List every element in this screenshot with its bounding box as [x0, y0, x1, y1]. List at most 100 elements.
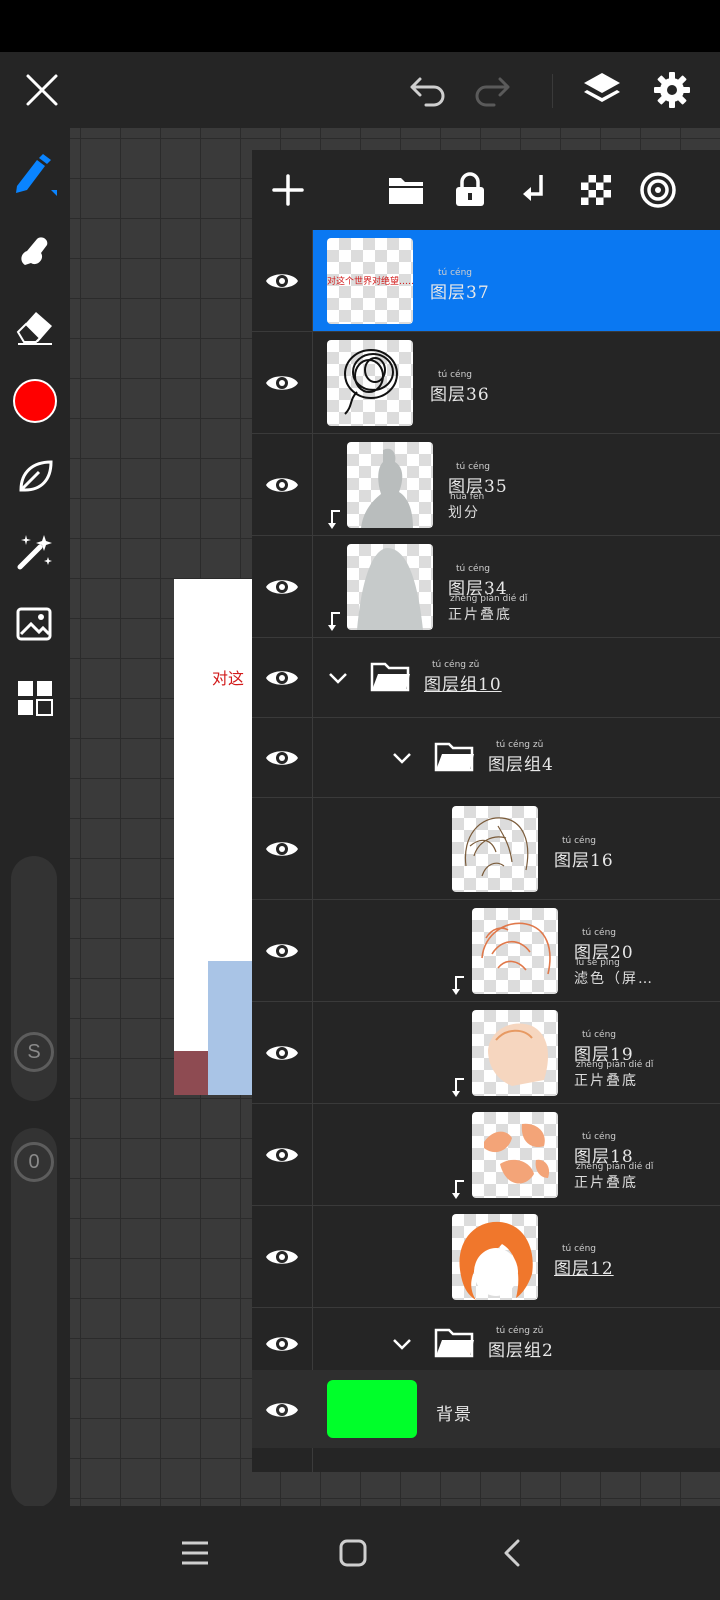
redo-icon: [475, 77, 510, 107]
recent-apps-button[interactable]: [165, 1528, 225, 1578]
image-import-icon: [16, 607, 52, 641]
blend-ruby: zhèng piàn dié dǐ: [450, 594, 528, 604]
artwork-blue-block: [208, 961, 254, 1095]
visibility-toggle[interactable]: [265, 1332, 299, 1356]
redo-button[interactable]: [466, 64, 518, 116]
artwork-red-block: [174, 1051, 208, 1095]
top-bar: [0, 52, 720, 128]
chevron-down-icon[interactable]: [390, 1332, 414, 1356]
lock-layer-button[interactable]: [442, 162, 498, 218]
visibility-toggle[interactable]: [265, 1041, 299, 1065]
system-nav-bar: [0, 1506, 720, 1600]
layer-row-34[interactable]: tú céng 图层34 zhèng piàn dié dǐ 正片叠底: [252, 536, 720, 638]
blend-mode: 滤色（屏…: [574, 971, 654, 987]
brush-tool[interactable]: [7, 146, 63, 202]
add-group-button[interactable]: [378, 162, 434, 218]
layer-row-16[interactable]: tú céng 图层16: [252, 798, 720, 900]
add-layer-button[interactable]: [260, 162, 316, 218]
layer-row-36[interactable]: tú céng 图层36: [252, 332, 720, 434]
settings-button[interactable]: [646, 64, 698, 116]
color-circle-icon: [13, 379, 57, 423]
alpha-lock-button[interactable]: [568, 162, 624, 218]
reference-layer-button[interactable]: [630, 162, 686, 218]
layer-row-37[interactable]: 对这个世界对绝望…… tú céng 图层37: [252, 230, 720, 332]
eye-icon: [266, 1337, 298, 1351]
layer-ruby: tú céng: [456, 462, 490, 472]
layer-ruby: tú céng: [582, 1030, 616, 1040]
layers-toolbar: [252, 150, 720, 230]
visibility-toggle[interactable]: [265, 746, 299, 770]
lasso-tool[interactable]: [7, 448, 63, 504]
visibility-toggle[interactable]: [265, 1245, 299, 1269]
grid-menu-tool[interactable]: [7, 670, 63, 726]
clip-icon: [523, 175, 543, 201]
layer-group-4[interactable]: tú céng zǔ 图层组4: [252, 718, 720, 798]
layers-icon: [584, 73, 620, 102]
blend-mode: 正片叠底: [448, 607, 512, 623]
magic-wand-tool[interactable]: [7, 524, 63, 580]
layer-thumbnail: [472, 1112, 558, 1198]
home-button[interactable]: [323, 1528, 383, 1578]
undo-button[interactable]: [402, 64, 454, 116]
layer-ruby: tú céng: [438, 268, 472, 278]
silhouette-thumbnail: [357, 548, 423, 630]
layers-button[interactable]: [576, 64, 628, 116]
opacity-slider[interactable]: 0: [11, 1128, 57, 1508]
visibility-toggle[interactable]: [265, 575, 299, 599]
visibility-toggle[interactable]: [265, 837, 299, 861]
background-color-swatch[interactable]: [327, 1380, 417, 1438]
close-button[interactable]: [16, 64, 68, 116]
background-layer-row[interactable]: 背景: [252, 1370, 720, 1448]
scribble-thumbnail: [344, 349, 398, 415]
visibility-toggle[interactable]: [265, 666, 299, 690]
layer-list[interactable]: 对这个世界对绝望…… tú céng 图层37 tú céng 图层36 tú …: [252, 230, 720, 1472]
chevron-down-icon[interactable]: [390, 746, 414, 770]
brush-icon: [16, 154, 57, 196]
group-ruby: tú céng zǔ: [432, 660, 480, 670]
layer-row-12[interactable]: tú céng 图层12: [252, 1206, 720, 1308]
color-swatch[interactable]: [7, 373, 63, 429]
layer-ruby: tú céng: [582, 1132, 616, 1142]
layer-row-19[interactable]: tú céng 图层19 zhèng piàn dié dǐ 正片叠底: [252, 1002, 720, 1104]
chevron-down-icon[interactable]: [326, 666, 350, 690]
smudge-tool[interactable]: [7, 223, 63, 279]
left-toolbar: S 0: [0, 128, 70, 1508]
magic-wand-icon: [17, 535, 52, 570]
top-bar-divider: [552, 74, 553, 108]
blend-ruby: huà fēn: [450, 492, 485, 502]
visibility-toggle[interactable]: [265, 1398, 299, 1422]
visibility-toggle[interactable]: [265, 1143, 299, 1167]
group-ruby: tú céng zǔ: [496, 740, 544, 750]
layer-row-18[interactable]: tú céng 图层18 zhèng piàn dié dǐ 正片叠底: [252, 1104, 720, 1206]
eye-icon: [266, 580, 298, 594]
clip-arrow-icon: [328, 510, 340, 529]
background-layer-name: 背景: [436, 1405, 472, 1425]
layer-thumbnail: [452, 1214, 538, 1300]
layer-thumbnail: [472, 1010, 558, 1096]
layer-row-20[interactable]: tú céng 图层20 lǜ sè píng 滤色（屏…: [252, 900, 720, 1002]
folder-icon: [434, 742, 474, 772]
eye-icon: [266, 1046, 298, 1060]
opacity-label: 0: [28, 1150, 40, 1173]
eye-icon: [266, 376, 298, 390]
eraser-tool[interactable]: [7, 298, 63, 354]
layer-row-35[interactable]: tú céng 图层35 huà fēn 划分: [252, 434, 720, 536]
layer-group-10[interactable]: tú céng zǔ 图层组10: [252, 638, 720, 718]
back-button[interactable]: [482, 1528, 542, 1578]
layer-ruby: tú céng: [582, 928, 616, 938]
visibility-toggle[interactable]: [265, 939, 299, 963]
layers-panel: 对这个世界对绝望…… tú céng 图层37 tú céng 图层36 tú …: [252, 150, 720, 1472]
reference-icon: [640, 172, 676, 208]
visibility-toggle[interactable]: [265, 269, 299, 293]
visibility-toggle[interactable]: [265, 371, 299, 395]
eye-icon: [266, 751, 298, 765]
visibility-toggle[interactable]: [265, 473, 299, 497]
clipping-mask-button[interactable]: [506, 162, 562, 218]
folder-icon: [370, 662, 410, 692]
size-knob[interactable]: S: [14, 1032, 54, 1072]
brush-size-slider[interactable]: S: [11, 856, 57, 1101]
layer-group-2[interactable]: tú céng zǔ 图层组2: [252, 1308, 720, 1370]
opacity-knob[interactable]: 0: [14, 1142, 54, 1182]
clip-arrow-icon: [452, 976, 464, 995]
image-import-tool[interactable]: [7, 596, 63, 652]
